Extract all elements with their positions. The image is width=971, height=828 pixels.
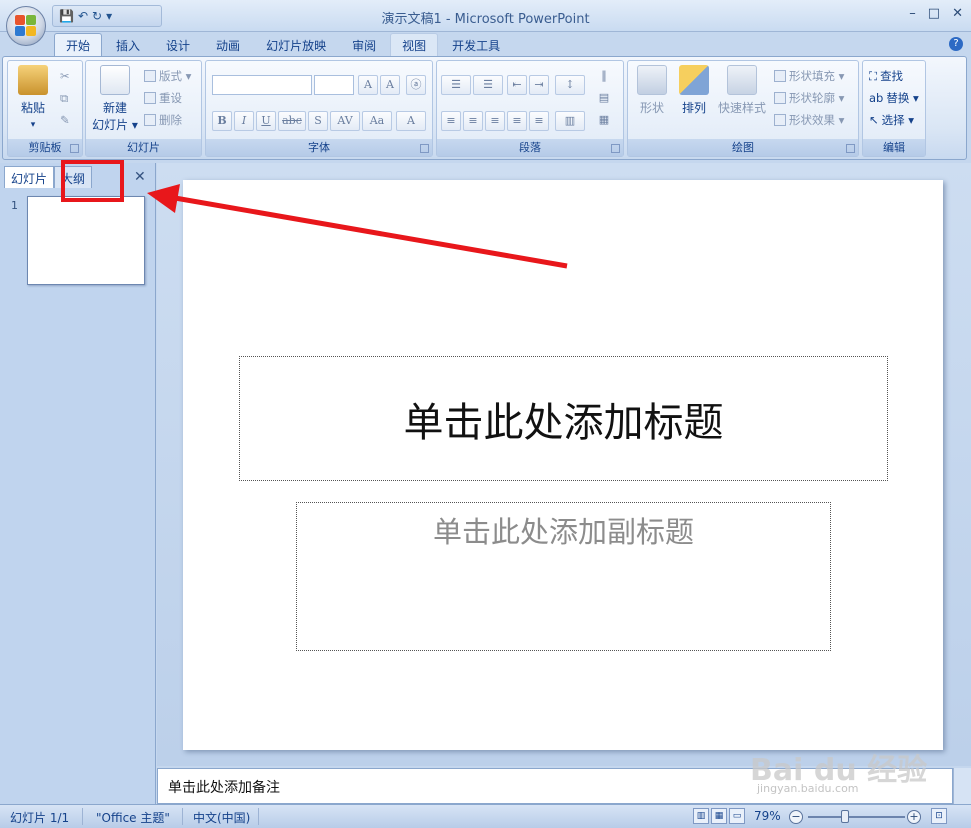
baidu-watermark-url: jingyan.baidu.com [757, 782, 859, 795]
language[interactable]: 中文(中国) [193, 809, 250, 826]
office-logo-icon [15, 15, 37, 37]
zoom-level[interactable]: 79% [754, 809, 781, 823]
office-button[interactable] [6, 6, 46, 46]
zoom-out-icon[interactable]: − [789, 810, 803, 824]
zoom-slider[interactable] [808, 816, 905, 818]
annotation-arrow-head [147, 184, 180, 213]
annotation-arrow [147, 184, 568, 269]
status-bar: 幻灯片 1/1 "Office 主题" 中文(中国) ▥ ▦ ▭ 79% − +… [0, 804, 971, 828]
fit-to-window-icon[interactable]: ⊡ [931, 808, 947, 824]
vertical-scrollbar[interactable] [953, 768, 971, 804]
slide-sorter-view-icon[interactable]: ▦ [711, 808, 727, 824]
annotation-arrow-shaft [174, 195, 568, 269]
theme-name: "Office 主题" [96, 811, 170, 825]
zoom-in-icon[interactable]: + [907, 810, 921, 824]
normal-view-icon[interactable]: ▥ [693, 808, 709, 824]
slide-counter: 幻灯片 1/1 [10, 811, 70, 825]
slide-show-view-icon[interactable]: ▭ [729, 808, 745, 824]
zoom-slider-knob[interactable] [841, 810, 849, 823]
